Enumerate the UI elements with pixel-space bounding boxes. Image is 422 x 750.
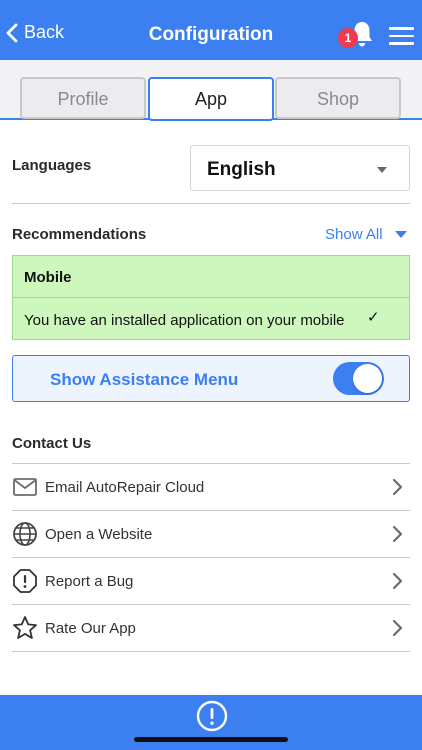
recommendation-item-text: You have an installed application on you… [24,312,345,329]
contact-email-row[interactable]: Email AutoRepair Cloud [12,464,410,510]
contact-rate-label: Rate Our App [45,620,136,637]
language-select[interactable]: English [190,145,410,191]
star-icon [13,616,37,639]
contact-us-label: Contact Us [12,435,92,452]
chevron-left-icon [6,23,18,42]
chevron-right-icon [392,572,403,590]
hamburger-menu-icon[interactable] [389,27,414,45]
back-label: Back [24,22,65,42]
divider [12,203,410,204]
show-all-label: Show All [325,226,383,243]
recommendation-group-header: Mobile [13,256,409,298]
back-button[interactable]: Back [6,22,64,43]
chevron-right-icon [392,525,403,543]
toggle-knob [353,364,382,393]
contact-website-label: Open a Website [45,526,153,543]
contact-bug-row[interactable]: Report a Bug [12,558,410,604]
contact-website-row[interactable]: Open a Website [12,511,410,557]
notification-badge: 1 [338,28,358,48]
recommendation-group-title: Mobile [24,269,72,286]
tab-shop[interactable]: Shop [275,77,401,119]
contact-rate-row[interactable]: Rate Our App [12,605,410,651]
assistance-menu-toggle[interactable] [333,362,384,395]
tab-profile[interactable]: Profile [20,77,146,119]
tab-bar: Profile App Shop [0,60,422,121]
triangle-down-icon [394,231,407,238]
notifications-button[interactable]: 1 [338,20,374,50]
envelope-icon [13,478,37,496]
globe-icon [13,522,37,546]
chevron-right-icon [392,619,403,637]
divider [12,651,410,652]
languages-label: Languages [12,157,92,174]
recommendation-box: Mobile You have an installed application… [12,255,410,340]
chevron-right-icon [392,478,403,496]
checkmark-icon: ✓ [367,309,380,326]
contact-bug-label: Report a Bug [45,573,134,590]
recommendations-label: Recommendations [12,226,147,243]
language-value: English [207,159,276,180]
assistance-menu-label: Show Assistance Menu [50,370,239,389]
navigation-bar: Back Configuration 1 [0,0,422,60]
bottom-bar [0,695,422,750]
caret-down-icon [377,167,387,173]
show-all-button[interactable]: Show All [325,226,407,243]
assistance-menu-row: Show Assistance Menu [12,355,410,402]
alert-octagon-icon [13,569,37,593]
alert-circle-icon [196,700,228,732]
help-button[interactable] [196,700,228,732]
tab-app[interactable]: App [148,77,274,121]
home-indicator [134,737,288,742]
contact-email-label: Email AutoRepair Cloud [45,479,205,496]
